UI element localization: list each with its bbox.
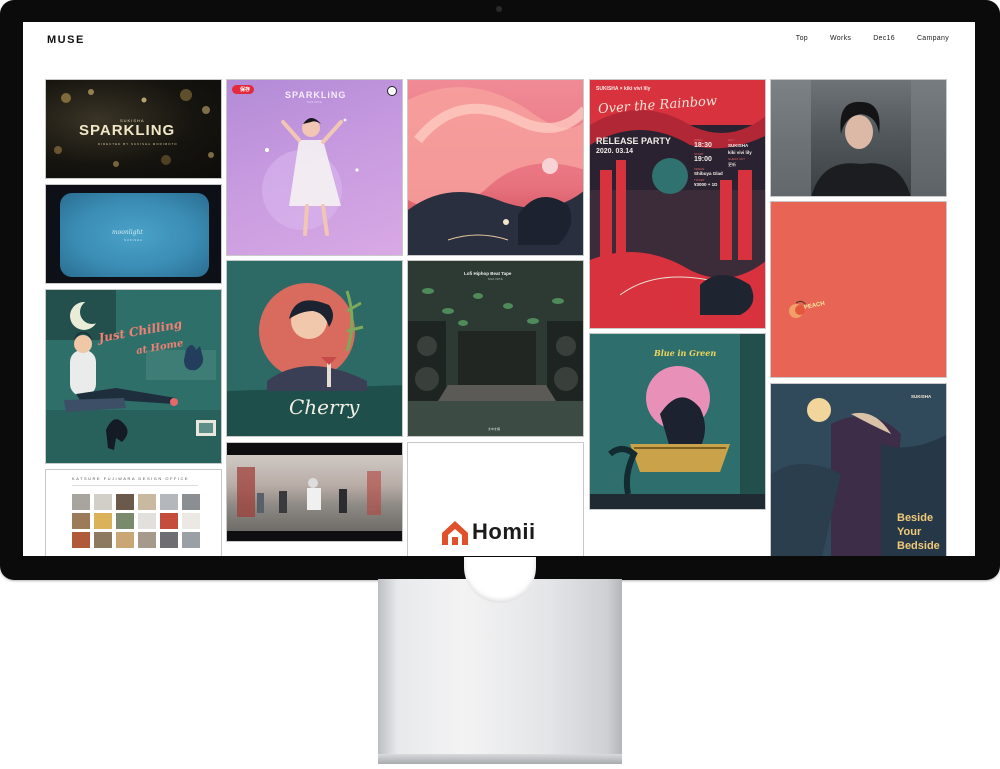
work-peach[interactable]: PEACH	[770, 201, 947, 378]
blue-green-illustration	[590, 334, 765, 509]
act-2: kiki vivi lily	[728, 150, 752, 155]
lofi-title: Lofi Hiphop Beat Tape	[464, 271, 512, 276]
sparkling2-title: SPARKLiNG	[285, 90, 347, 100]
nav-works[interactable]: Works	[830, 35, 851, 42]
site-logo[interactable]: MUSE	[47, 34, 85, 46]
work-just-chilling[interactable]: Just Chilling at Home	[45, 289, 222, 464]
moonlight-title: moonlight	[112, 229, 143, 236]
portrait-photo	[771, 80, 946, 196]
work-homii[interactable]: Homii	[407, 442, 584, 556]
stand-foot	[378, 754, 622, 764]
bedside-title-1: Beside	[897, 512, 934, 524]
chilling-illustration	[46, 290, 221, 463]
lofi-footer: まゆを撮	[488, 427, 501, 431]
homii-wordmark: Homii	[472, 519, 536, 544]
work-street-video[interactable]	[226, 442, 403, 542]
work-sparkling[interactable]: SUKISHA SPARKLING DIRECTED BY SUKISHA MO…	[45, 79, 222, 179]
work-lofi-tape[interactable]: Lofi Hiphop Beat Tape SUKISHA まゆを撮	[407, 260, 584, 437]
bedside-title-3: Bedside	[897, 540, 940, 552]
release-title: RELEASE PARTY	[596, 136, 671, 146]
blue-in-green-title: Blue in Green	[654, 348, 717, 358]
work-sparkling-illustration[interactable]: 保存 SPARKLiNG SUKISHA	[226, 79, 403, 256]
cherry-script: Cherry	[289, 395, 360, 419]
moonlight-subtitle: SUKISHA	[124, 238, 143, 242]
start-time: 19:00	[694, 156, 712, 163]
bedside-brand: SUKISHA	[911, 394, 932, 399]
work-pink-wave[interactable]	[407, 79, 584, 256]
nav-campany[interactable]: Campany	[917, 35, 949, 42]
work-bedside[interactable]: SUKISHA Beside Your Bedside	[770, 383, 947, 556]
site-nav: Top Works Dec16 Campany	[796, 35, 949, 42]
website-screen: MUSE Top Works Dec16 Campany SUKISHA SPA…	[23, 22, 975, 556]
homii-logo-icon	[442, 521, 468, 545]
release-date: 2020. 03.14	[596, 148, 633, 155]
work-cherry[interactable]: Cherry	[226, 260, 403, 437]
nav-dec16[interactable]: Dec16	[873, 35, 895, 42]
work-blue-in-green[interactable]: Blue in Green	[589, 333, 766, 510]
bedside-title-2: Your	[897, 526, 922, 538]
guest-value: 更新	[728, 162, 736, 167]
venue-value: Shibuya Glad	[694, 171, 723, 176]
rainbow-header: SUKISHA × kiki vivi lily	[596, 86, 651, 92]
stand-cutout	[464, 557, 536, 603]
street-crowd	[237, 467, 381, 517]
work-release-party[interactable]: SUKISHA × kiki vivi lily Over the Rainbo…	[589, 79, 766, 329]
release-poster-art	[590, 80, 765, 328]
camera-icon	[496, 6, 502, 12]
work-portrait[interactable]	[770, 79, 947, 197]
sparkling2-subtitle: SUKISHA	[307, 101, 323, 104]
work-moonlight[interactable]: moonlight SUKISHA	[45, 184, 222, 284]
ticket-value: ¥3000 + 1D	[694, 182, 718, 187]
work-fujiwara[interactable]: KATSURE FUJIWARA DESIGN OFFICE	[45, 469, 222, 556]
act-label: ACT	[728, 138, 734, 142]
monitor-bezel: MUSE Top Works Dec16 Campany SUKISHA SPA…	[0, 0, 1000, 580]
lofi-illustration	[408, 288, 583, 436]
fujiwara-photo-grid	[72, 494, 200, 548]
act-1: SUKISHA	[728, 143, 749, 148]
dancer-illustration	[262, 118, 359, 236]
pin-save-badge[interactable]: 保存	[232, 85, 255, 94]
open-time: 18:30	[694, 142, 712, 149]
wave-illustration	[408, 87, 583, 255]
expand-icon[interactable]	[387, 86, 397, 96]
fujiwara-divider	[72, 485, 198, 486]
sparkling-title: SPARKLING	[79, 122, 176, 139]
guest-label: GUEST ACT	[728, 157, 745, 161]
lofi-subtitle: SUKISHA	[488, 278, 504, 281]
fujiwara-title: KATSURE FUJIWARA DESIGN OFFICE	[72, 476, 190, 481]
sparkling-subtitle: DIRECTED BY SUKISHA MORIMOTO	[98, 142, 178, 146]
nav-top[interactable]: Top	[796, 35, 808, 42]
monitor-stand	[378, 557, 622, 764]
